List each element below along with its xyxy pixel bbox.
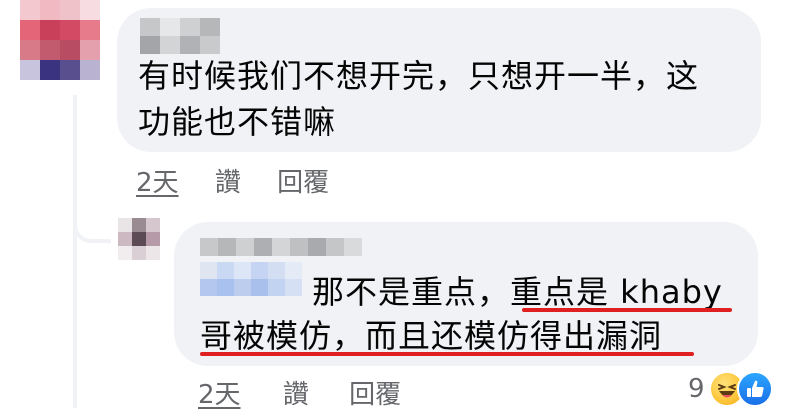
reply-avatar[interactable] <box>118 218 160 260</box>
timestamp-link[interactable]: 2天 <box>198 380 241 410</box>
highlight-underline <box>200 352 694 356</box>
thread-connector-line <box>73 95 77 408</box>
timestamp-link[interactable]: 2天 <box>136 168 179 198</box>
reaction-count: 9 <box>688 374 705 404</box>
like-reaction-icon <box>736 371 773 407</box>
highlight-underline <box>522 308 732 312</box>
reply-connector <box>73 203 111 243</box>
reply-button[interactable]: 回覆 <box>349 380 401 410</box>
reaction-summary[interactable]: 9 <box>688 371 773 407</box>
avatar[interactable] <box>20 0 100 80</box>
reply-commenter-name[interactable] <box>200 238 362 256</box>
comment-text-line-1: 有时候我们不想开完，只想开一半，这 <box>138 57 700 95</box>
reply-button[interactable]: 回覆 <box>277 168 329 198</box>
comment-text-line-2: 功能也不错嘛 <box>138 103 337 141</box>
like-button[interactable]: 讚 <box>215 168 241 198</box>
reply-tagged-name[interactable] <box>200 262 302 296</box>
like-button[interactable]: 讚 <box>283 380 309 410</box>
reply-actions: 2天 讚 回覆 <box>198 374 401 411</box>
commenter-name[interactable] <box>140 18 220 54</box>
comment-actions: 2天 讚 回覆 <box>136 162 329 199</box>
